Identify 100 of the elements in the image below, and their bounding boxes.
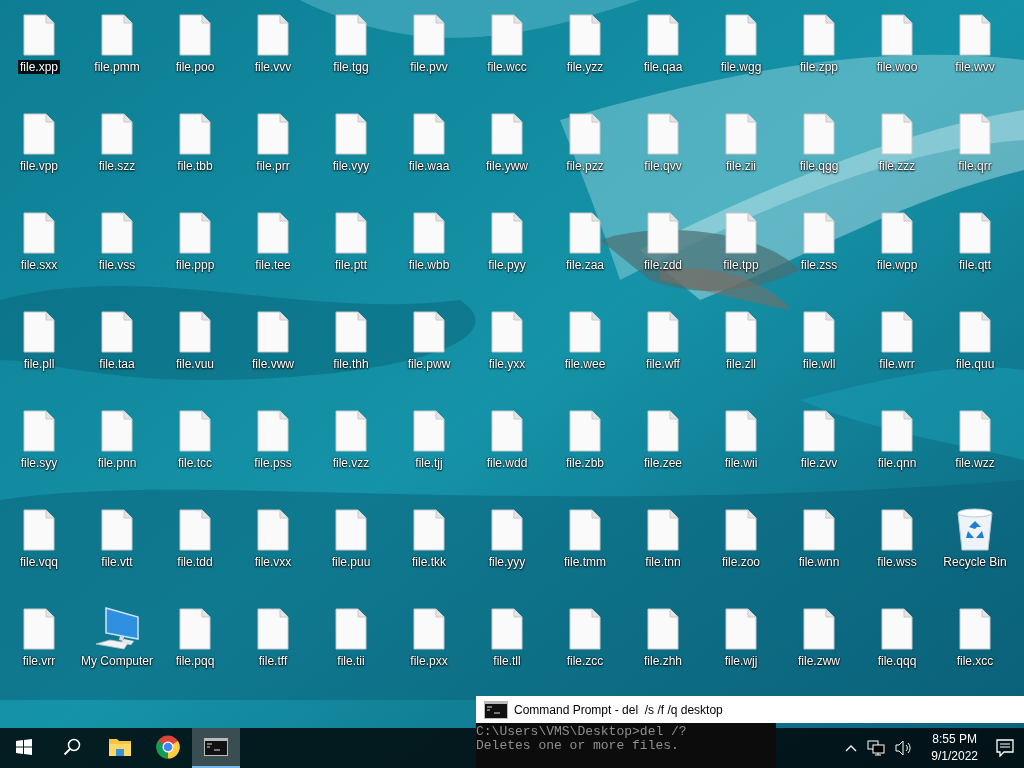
icon-label[interactable]: file.tjj [413,456,445,470]
chevron-up-icon[interactable] [845,744,858,752]
icon-label[interactable]: file.tmm [562,555,608,569]
icon-label[interactable]: My Computer [79,654,155,668]
icon-label[interactable]: file.wrr [877,357,917,371]
icon-label[interactable]: file.xpp [18,60,60,74]
icon-label[interactable]: file.qtt [957,258,993,272]
icon-label[interactable]: file.wee [562,357,608,371]
icon-label[interactable]: file.vyy [330,159,372,173]
icon-label[interactable]: file.tgg [331,60,371,74]
icon-label[interactable]: file.wll [800,357,838,371]
icon-label[interactable]: file.wpp [874,258,920,272]
icon-label[interactable]: file.vqq [18,555,60,569]
icon-label[interactable]: file.szz [96,159,138,173]
icon-label[interactable]: file.sxx [18,258,60,272]
icon-label[interactable]: file.zaa [564,258,606,272]
icon-label[interactable]: file.qrr [956,159,994,173]
icon-label[interactable]: file.zbb [564,456,606,470]
icon-label[interactable]: file.pzz [564,159,606,173]
icon-label[interactable]: file.puu [329,555,373,569]
icon-label[interactable]: file.zoo [720,555,762,569]
icon-label[interactable]: file.wgg [718,60,764,74]
icon-label[interactable]: file.wvv [953,60,997,74]
icon-label[interactable]: file.zcc [564,654,606,668]
icon-label[interactable]: file.vss [96,258,138,272]
icon-label[interactable]: file.wii [722,456,760,470]
icon-label[interactable]: file.tnn [643,555,683,569]
icon-label[interactable]: file.tff [256,654,290,668]
icon-label[interactable]: file.yxx [486,357,528,371]
icon-label[interactable]: file.pww [405,357,453,371]
icon-label[interactable]: file.tkk [410,555,448,569]
icon-label[interactable]: file.woo [874,60,920,74]
icon-label[interactable]: file.qqq [875,654,919,668]
icon-label[interactable]: file.yww [484,159,530,173]
icon-label[interactable]: file.wss [875,555,919,569]
volume-icon[interactable] [895,740,914,756]
icon-label[interactable]: file.waa [406,159,452,173]
icon-label[interactable]: file.vpp [18,159,60,173]
icon-label[interactable]: file.wjj [722,654,760,668]
icon-label[interactable]: file.wcc [485,60,529,74]
console-line: Deletes one or more files. [476,739,679,753]
icon-label[interactable]: file.yzz [564,60,606,74]
icon-label[interactable]: file.poo [173,60,217,74]
icon-label[interactable]: file.vtt [99,555,135,569]
icon-label[interactable]: file.quu [953,357,997,371]
icon-label[interactable]: file.wnn [796,555,842,569]
icon-label[interactable]: file.tll [491,654,523,668]
network-icon[interactable] [867,740,886,756]
icon-label[interactable]: file.vxx [252,555,294,569]
icon-label[interactable]: file.tpp [721,258,761,272]
icon-label[interactable]: file.wbb [406,258,452,272]
icon-label[interactable]: file.zdd [642,258,684,272]
icon-label[interactable]: file.pmm [92,60,142,74]
icon-label[interactable]: file.vzz [330,456,372,470]
icon-label[interactable]: file.yyy [486,555,528,569]
icon-label[interactable]: file.syy [18,456,60,470]
icon-label[interactable]: file.ppp [173,258,217,272]
icon-label[interactable]: file.qnn [875,456,919,470]
icon-label[interactable]: file.vuu [174,357,216,371]
notification-icon[interactable] [996,739,1014,757]
icon-label[interactable]: file.qaa [641,60,685,74]
taskbar-button[interactable] [192,728,240,768]
icon-label[interactable]: file.zee [642,456,684,470]
icon-label[interactable]: file.qvv [642,159,684,173]
icon-label[interactable]: file.zhh [642,654,684,668]
icon-label[interactable]: file.wdd [484,456,530,470]
icon-label[interactable]: file.qgg [797,159,841,173]
icon-label[interactable]: file.zpp [798,60,840,74]
icon-label[interactable]: file.thh [331,357,371,371]
icon-label[interactable]: file.wff [644,357,682,371]
icon-label[interactable]: file.vvv [252,60,294,74]
icon-label[interactable]: file.tdd [175,555,215,569]
icon-label[interactable]: file.pll [21,357,57,371]
icon-label[interactable]: file.zzz [876,159,918,173]
file-icon [101,311,133,353]
icon-label[interactable]: file.ptt [333,258,369,272]
icon-label[interactable]: file.pqq [173,654,217,668]
icon-label[interactable]: file.pnn [95,456,139,470]
icon-label[interactable]: file.pxx [408,654,450,668]
icon-label[interactable]: file.pyy [486,258,528,272]
icon-label[interactable]: file.taa [97,357,137,371]
icon-label[interactable]: file.pvv [408,60,450,74]
icon-label[interactable]: file.xcc [954,654,996,668]
icon-label[interactable]: file.pss [252,456,294,470]
icon-label[interactable]: file.zww [796,654,842,668]
clock[interactable]: 8:55 PM 9/1/2022 [923,731,986,765]
icon-label[interactable]: file.vrr [20,654,58,668]
icon-label[interactable]: file.zll [724,357,758,371]
icon-label[interactable]: file.zii [724,159,758,173]
icon-label[interactable]: file.tee [253,258,293,272]
icon-label[interactable]: file.tbb [175,159,215,173]
icon-label[interactable]: file.tii [335,654,367,668]
icon-label[interactable]: file.zss [798,258,840,272]
icon-label[interactable]: file.tcc [176,456,214,470]
window-preview-bar[interactable]: Command Prompt - del /s /f /q desktop [476,696,1024,723]
icon-label[interactable]: file.wzz [953,456,997,470]
icon-label[interactable]: file.vww [250,357,296,371]
icon-label[interactable]: file.zvv [798,456,840,470]
icon-label[interactable]: file.prr [254,159,292,173]
icon-label[interactable]: Recycle Bin [941,555,1009,569]
